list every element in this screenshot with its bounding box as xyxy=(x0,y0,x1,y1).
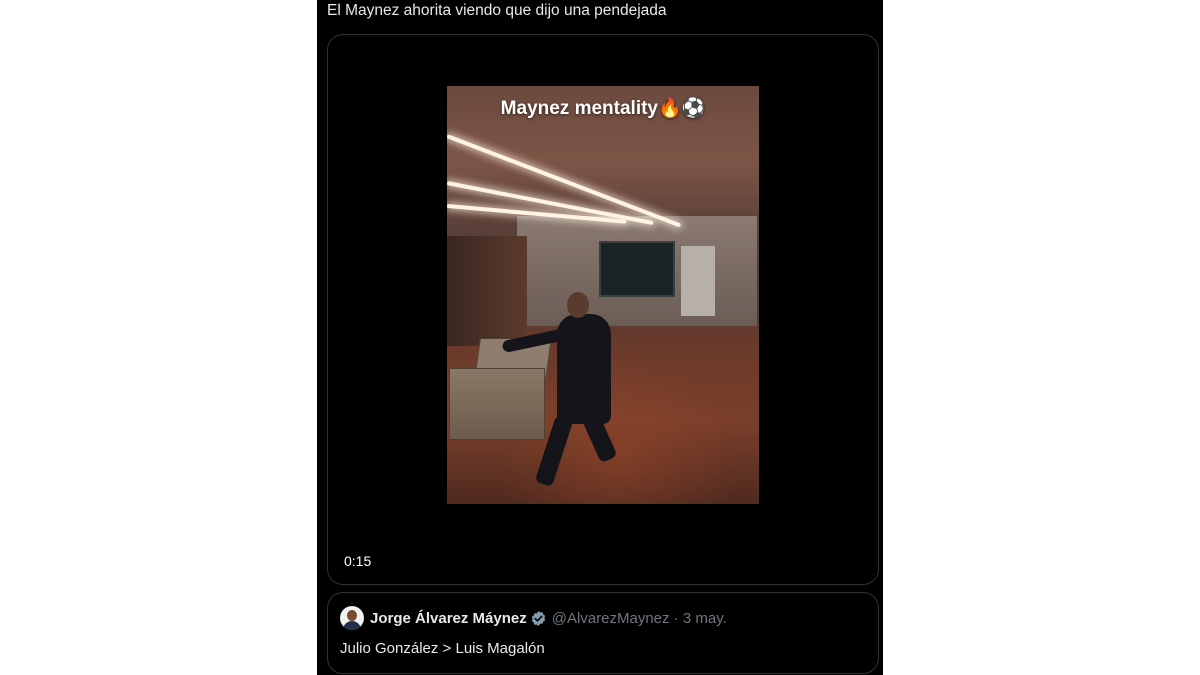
video-thumbnail[interactable]: Maynez mentality🔥⚽ xyxy=(447,86,759,504)
wall-tv xyxy=(599,241,675,297)
quoted-tweet[interactable]: Jorge Álvarez Máynez @AlvarezMaynez · 3 … xyxy=(327,592,879,674)
avatar[interactable] xyxy=(340,606,364,630)
author-name[interactable]: Jorge Álvarez Máynez xyxy=(370,610,527,627)
player-leg xyxy=(578,404,618,464)
quoted-tweet-header: Jorge Álvarez Máynez @AlvarezMaynez · 3 … xyxy=(340,606,727,630)
verified-badge-icon xyxy=(530,610,547,627)
video-caption: Maynez mentality🔥⚽ xyxy=(500,98,706,119)
avatar-shoulders xyxy=(343,621,361,630)
video-duration: 0:15 xyxy=(344,553,372,569)
tweet-text: El Maynez ahorita viendo que dijo una pe… xyxy=(327,2,667,19)
avatar-face xyxy=(347,610,357,621)
doorway xyxy=(681,246,715,316)
player-head xyxy=(567,292,589,318)
video-player[interactable]: Maynez mentality🔥⚽ 0:15 xyxy=(327,34,879,585)
kit-box xyxy=(449,368,545,440)
player-body xyxy=(557,314,611,424)
tweet-date[interactable]: 3 may. xyxy=(683,610,727,627)
author-handle[interactable]: @AlvarezMaynez xyxy=(552,610,670,627)
tweet-panel: El Maynez ahorita viendo que dijo una pe… xyxy=(317,0,883,675)
quoted-tweet-text: Julio González > Luis Magalón xyxy=(340,640,545,657)
meta-separator: · xyxy=(673,609,679,627)
lockers xyxy=(447,236,527,346)
